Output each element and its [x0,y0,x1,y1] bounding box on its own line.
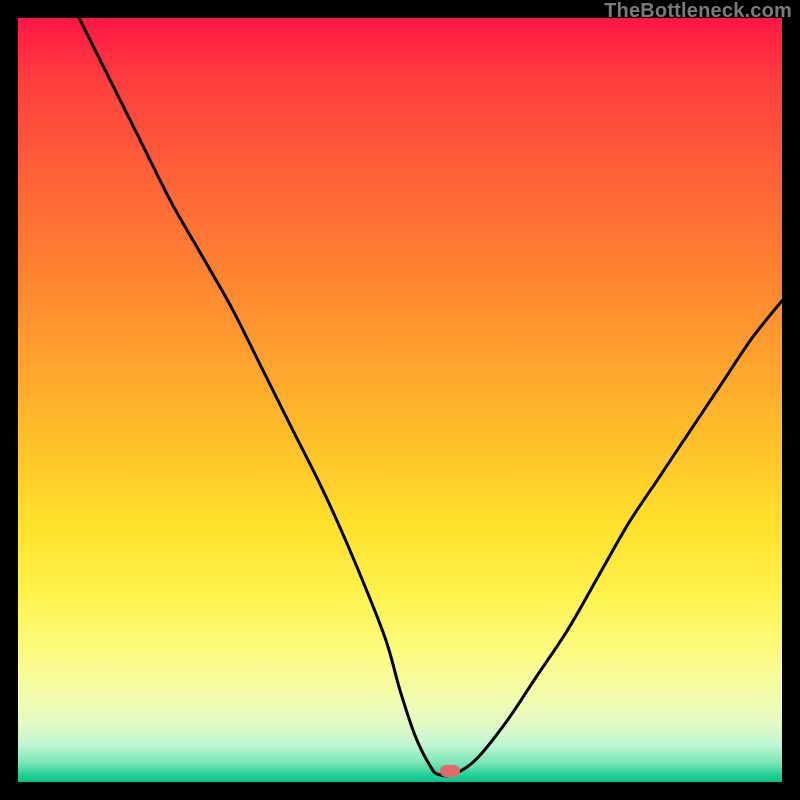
plot-area [18,18,782,782]
bottleneck-curve [18,18,782,782]
watermark-text: TheBottleneck.com [604,0,792,23]
chart-frame: TheBottleneck.com [0,0,800,800]
optimal-point-marker [440,765,460,777]
